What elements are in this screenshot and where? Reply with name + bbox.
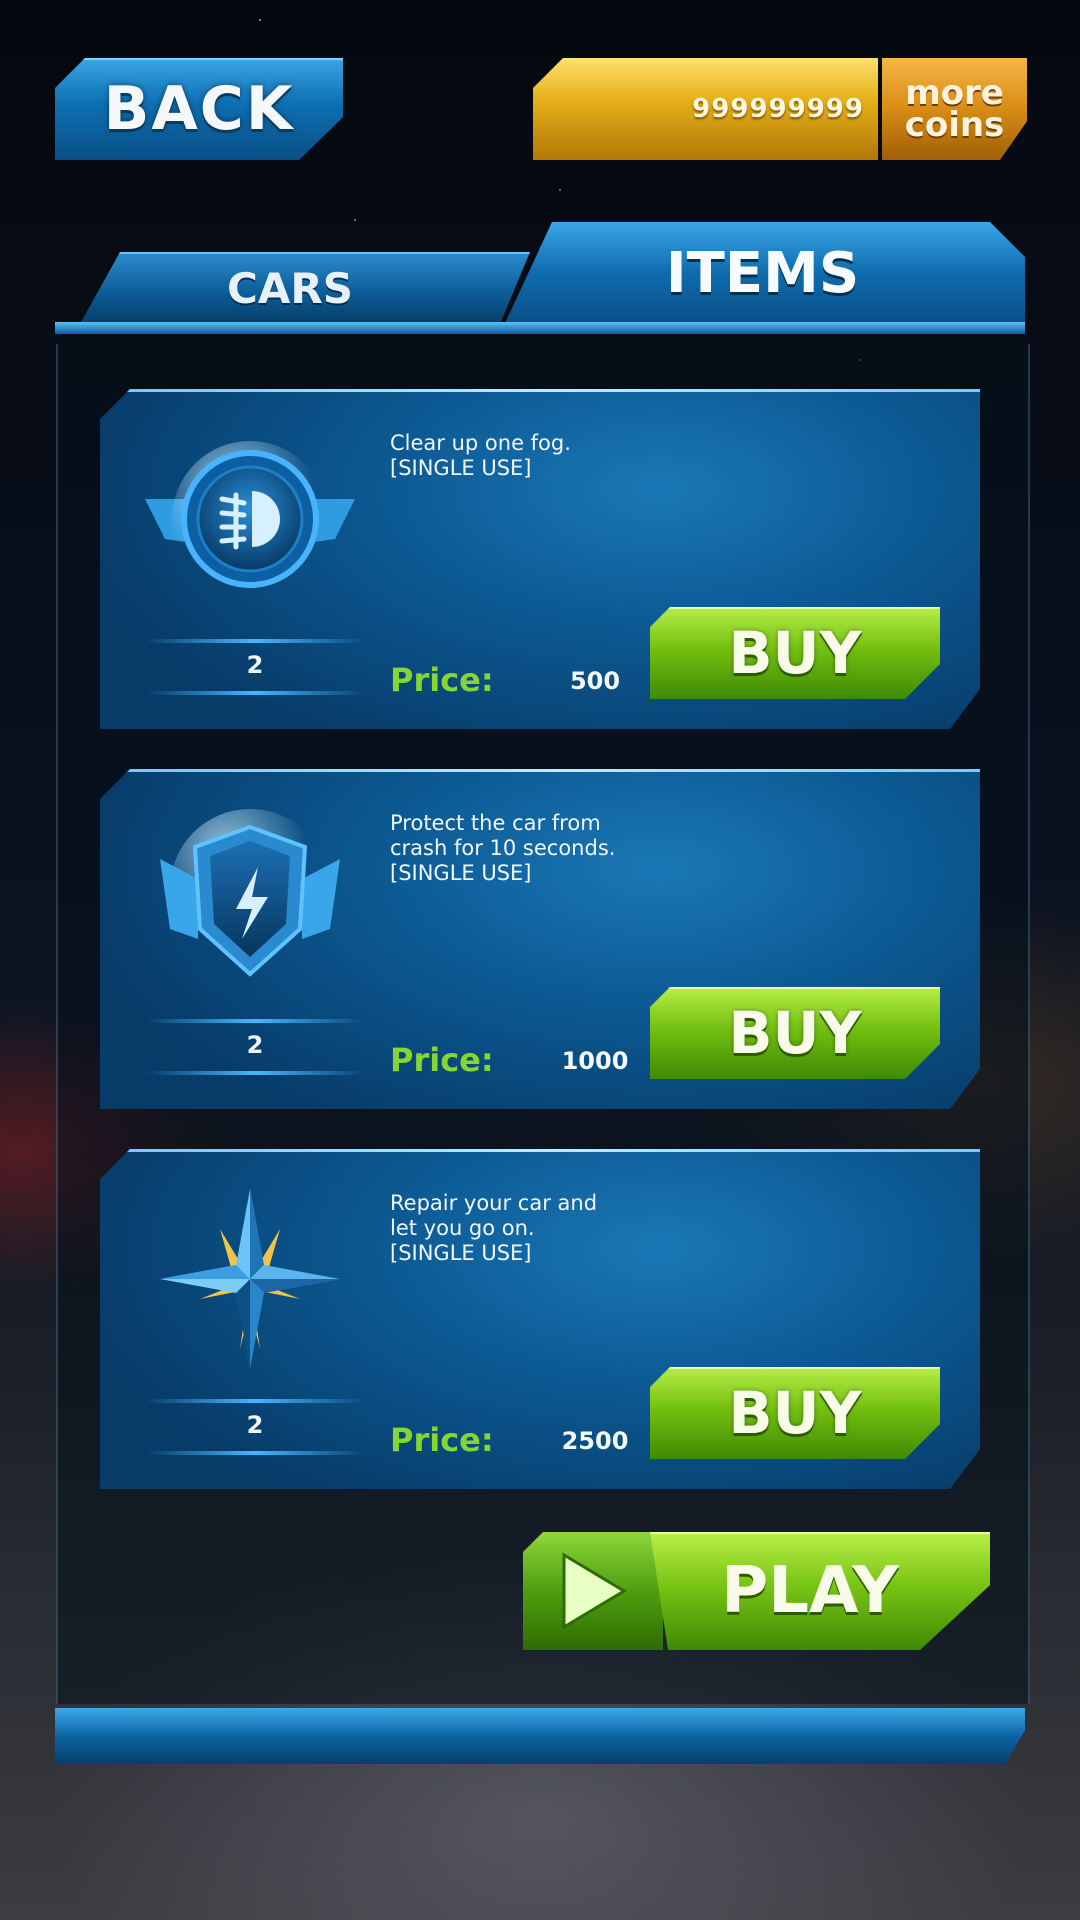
tab-rail [55,322,1025,334]
item-price: 500 [569,667,621,695]
item-description: Clear up one fog. [SINGLE USE] [390,431,571,480]
star-repair-icon [140,1189,360,1369]
coin-balance: 999999999 [533,58,878,160]
price-label: Price: [390,661,494,699]
quantity-divider [145,1019,365,1023]
play-button-label: PLAY [721,1554,899,1628]
price-label: Price: [390,1421,494,1459]
quantity-divider [145,1451,365,1455]
quantity-divider [145,1399,365,1403]
item-card-shield: 2 Protect the car from crash for 10 seco… [100,769,980,1109]
price-label: Price: [390,1041,494,1079]
item-quantity: 2 [246,1411,264,1439]
item-description: Repair your car and let you go on. [SING… [390,1191,598,1265]
play-arrow-button[interactable] [523,1532,663,1650]
buy-button-label: BUY [728,1379,862,1447]
buy-button[interactable]: BUY [650,1367,940,1459]
item-price: 1000 [561,1047,629,1075]
fog-light-icon [140,429,360,609]
card-highlight [130,769,980,772]
more-coins-button[interactable]: more coins [882,58,1027,160]
shield-lightning-icon [140,809,360,989]
tab-items-label: ITEMS [665,240,860,306]
card-highlight [130,389,980,392]
buy-button[interactable]: BUY [650,987,940,1079]
buy-button[interactable]: BUY [650,607,940,699]
item-card-repair: 2 Repair your car and let you go on. [SI… [100,1149,980,1489]
item-quantity: 2 [246,1031,264,1059]
play-button[interactable]: PLAY [650,1532,990,1650]
item-card-fog: 2 Clear up one fog. [SINGLE USE] Price: … [100,389,980,729]
tab-cars-label: CARS [227,263,353,313]
bottom-bar [55,1708,1025,1764]
item-quantity: 2 [246,651,264,679]
buy-button-label: BUY [728,999,862,1067]
back-button[interactable]: BACK [55,58,343,160]
back-button-label: BACK [103,74,295,144]
quantity-divider [145,639,365,643]
tab-cars[interactable]: CARS [80,252,530,324]
quantity-divider [145,691,365,695]
buy-button-label: BUY [728,619,862,687]
more-coins-label-line2: coins [904,105,1005,145]
item-price: 2500 [561,1427,629,1455]
quantity-divider [145,1071,365,1075]
coin-count: 999999999 [692,94,864,124]
tab-items[interactable]: ITEMS [500,222,1025,334]
card-highlight [130,1149,980,1152]
item-description: Protect the car from crash for 10 second… [390,811,616,885]
play-arrow-icon [562,1552,627,1630]
